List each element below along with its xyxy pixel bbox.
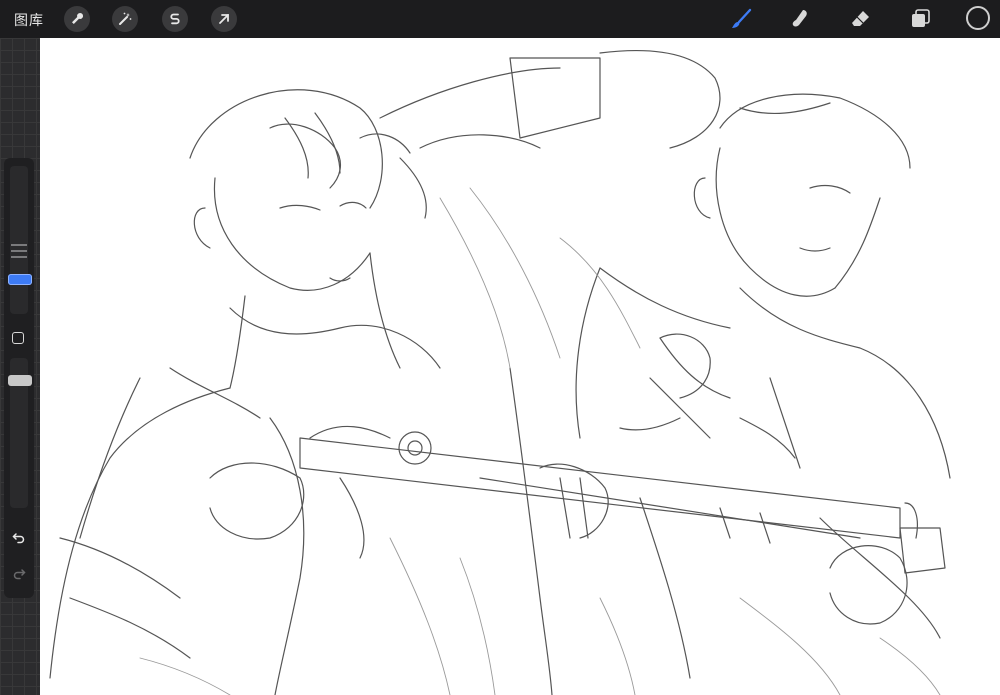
selection-icon	[170, 13, 180, 25]
magic-wand-icon	[119, 12, 132, 25]
selection-s-icon[interactable]	[162, 6, 188, 32]
undo-button[interactable]	[10, 530, 28, 546]
actions-wrench-icon[interactable]	[64, 6, 90, 32]
drawing-canvas[interactable]	[40, 38, 1000, 695]
transform-arrow-icon[interactable]	[211, 6, 237, 32]
brush-tool-button[interactable]	[728, 6, 754, 32]
color-picker-swatch[interactable]	[966, 6, 990, 30]
smudge-icon	[792, 10, 807, 27]
brush-size-handle[interactable]	[8, 274, 32, 285]
layers-icon	[912, 9, 930, 27]
side-toolbar	[4, 158, 34, 598]
redo-button[interactable]	[10, 566, 28, 582]
opacity-handle[interactable]	[8, 375, 32, 386]
eraser-tool-button[interactable]	[848, 6, 874, 32]
line-art-sketch	[49, 49, 951, 695]
modify-square-icon[interactable]	[12, 332, 24, 344]
redo-arrow-icon	[13, 569, 26, 580]
grip-line	[11, 250, 27, 252]
grip-line	[11, 244, 27, 246]
smudge-tool-button[interactable]	[788, 6, 814, 32]
brush-size-slider[interactable]	[10, 166, 28, 314]
adjustments-magic-wand-icon[interactable]	[112, 6, 138, 32]
eraser-icon	[852, 11, 869, 26]
grip-line	[11, 256, 27, 258]
undo-arrow-icon	[12, 533, 25, 544]
top-toolbar: 图库	[0, 0, 1000, 38]
layers-tool-button[interactable]	[907, 6, 933, 32]
gallery-button[interactable]: 图库	[14, 10, 44, 30]
wrench-icon	[72, 12, 84, 24]
arrow-cursor-icon	[219, 14, 229, 24]
brush-icon	[732, 8, 752, 28]
